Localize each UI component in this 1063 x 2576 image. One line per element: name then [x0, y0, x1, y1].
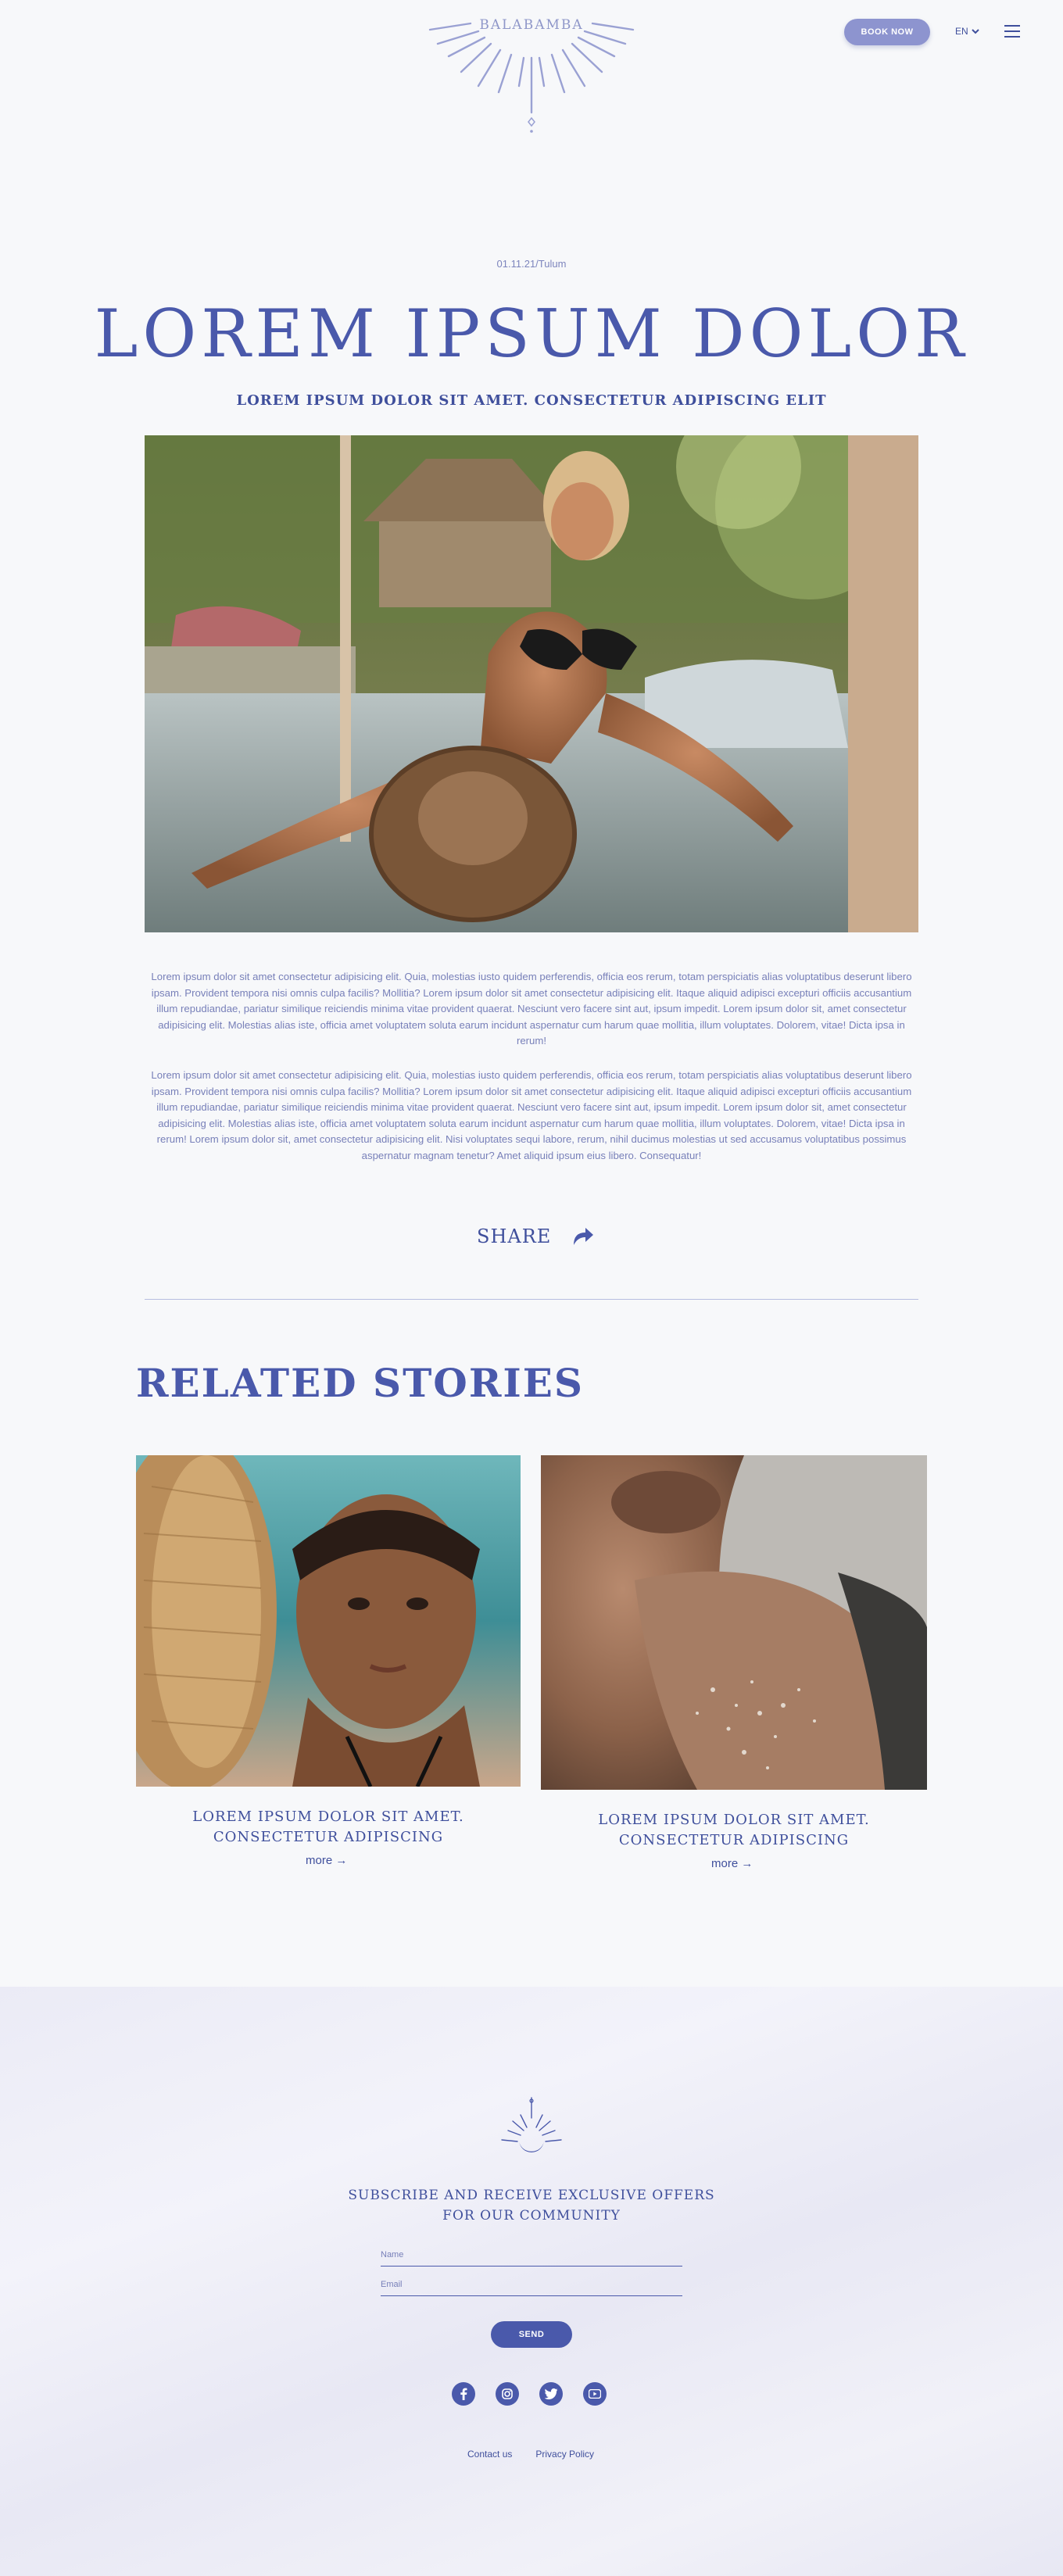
- glitter-skin-photo: [541, 1455, 927, 1790]
- article-paragraph: Lorem ipsum dolor sit amet consectetur a…: [151, 971, 912, 1046]
- contact-us-link[interactable]: Contact us: [467, 2449, 512, 2460]
- twitter-icon[interactable]: [539, 2382, 563, 2406]
- subscribe-heading: SUBSCRIBE AND RECEIVE EXCLUSIVE OFFERS F…: [348, 2188, 715, 2224]
- beach-cabana-photo: [145, 435, 918, 932]
- hero-image: [145, 435, 918, 932]
- article-subtitle: LOREM IPSUM DOLOR SIT AMET. CONSECTETUR …: [236, 392, 827, 409]
- woman-with-hat-photo: [136, 1455, 521, 1787]
- facebook-icon[interactable]: [452, 2382, 475, 2406]
- related-card-title[interactable]: LOREM IPSUM DOLOR SIT AMET. CONSECTETUR …: [541, 1810, 927, 1851]
- more-link[interactable]: more →: [711, 1857, 753, 1870]
- privacy-policy-link[interactable]: Privacy Policy: [535, 2449, 594, 2460]
- chevron-down-icon: [971, 29, 979, 34]
- name-field[interactable]: [381, 2243, 682, 2267]
- footer: SUBSCRIBE AND RECEIVE EXCLUSIVE OFFERS F…: [0, 1987, 1063, 2576]
- book-now-button[interactable]: BOOK NOW: [844, 19, 930, 45]
- section-divider: [145, 1299, 918, 1300]
- email-field[interactable]: [381, 2273, 682, 2296]
- site-logo[interactable]: BALABAMBA: [422, 11, 641, 136]
- article-title: LOREM IPSUM DOLOR: [94, 295, 969, 372]
- more-link[interactable]: more →: [306, 1854, 347, 1867]
- related-card-title[interactable]: LOREM IPSUM DOLOR SIT AMET. CONSECTETUR …: [136, 1807, 521, 1848]
- logo-text: BALABAMBA: [479, 17, 584, 33]
- related-stories-title: RELATED STORIES: [136, 1360, 584, 1406]
- article-paragraph: Lorem ipsum dolor sit amet consectetur a…: [151, 1069, 912, 1161]
- send-button[interactable]: SEND: [491, 2321, 572, 2348]
- youtube-icon[interactable]: [583, 2382, 607, 2406]
- social-links: [452, 2382, 607, 2406]
- article-meta: 01.11.21/Tulum: [496, 258, 567, 270]
- footer-links: Contact us Privacy Policy: [467, 2449, 594, 2460]
- instagram-icon[interactable]: [496, 2382, 519, 2406]
- hamburger-menu-icon[interactable]: [1004, 25, 1020, 38]
- related-card-image[interactable]: [136, 1455, 521, 1787]
- share-arrow-icon[interactable]: [571, 1226, 595, 1247]
- language-selector[interactable]: EN: [955, 26, 979, 37]
- share-label: SHARE: [477, 1225, 552, 1247]
- related-card-image[interactable]: [541, 1455, 927, 1790]
- moon-sunburst-logo-icon: [501, 2097, 562, 2152]
- share-control[interactable]: SHARE: [477, 1225, 595, 1247]
- language-label: EN: [955, 26, 968, 37]
